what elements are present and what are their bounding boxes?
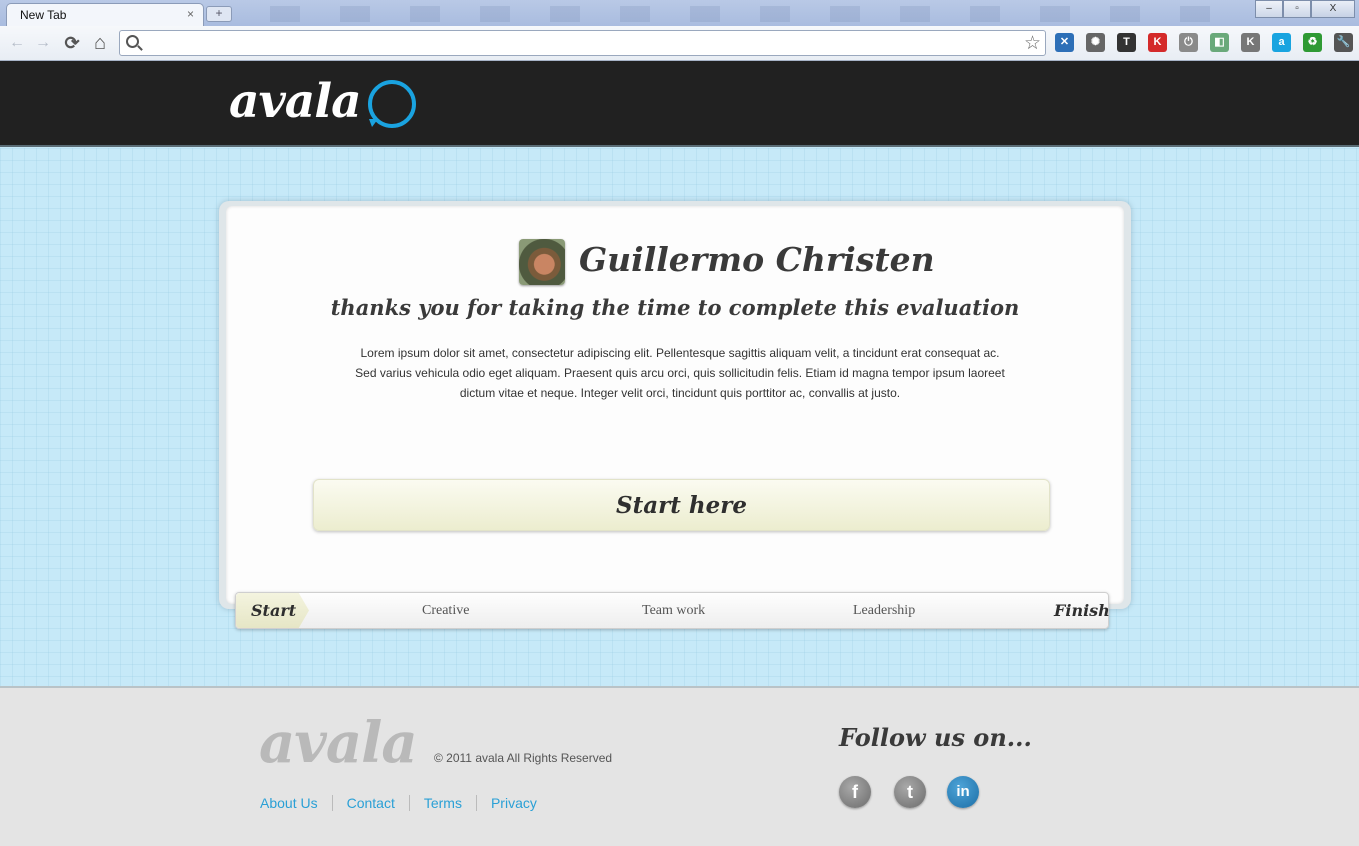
progress-finish: Finish xyxy=(1054,601,1110,620)
t-icon[interactable]: T xyxy=(1117,33,1136,52)
gear-icon[interactable]: ✺ xyxy=(1086,33,1105,52)
twitter-icon[interactable]: t xyxy=(894,776,926,808)
tab-title: New Tab xyxy=(20,8,67,22)
x-icon[interactable]: ✕ xyxy=(1055,33,1074,52)
linkedin-icon[interactable]: in xyxy=(947,776,979,808)
facebook-icon[interactable]: f xyxy=(839,776,871,808)
person-name: Guillermo Christen xyxy=(579,240,935,279)
site-header: avala xyxy=(0,61,1359,147)
avatar xyxy=(519,239,565,285)
bookmark-star-icon[interactable]: ☆ xyxy=(1024,32,1041,55)
back-icon[interactable]: ← xyxy=(6,32,28,54)
logo[interactable]: avala xyxy=(229,74,362,129)
contact-link[interactable]: Contact xyxy=(331,795,409,811)
privacy-link[interactable]: Privacy xyxy=(475,795,551,811)
reload-icon[interactable]: ⟳ xyxy=(61,32,83,54)
site-footer xyxy=(0,686,1359,846)
browser-title-bar: New Tab × + – ▫ X xyxy=(0,0,1359,27)
copyright: © 2011 avala All Rights Reserved xyxy=(434,751,613,765)
k-red-icon[interactable]: K xyxy=(1148,33,1167,52)
step-creative[interactable]: Creative xyxy=(422,603,469,619)
terms-link[interactable]: Terms xyxy=(408,795,476,811)
progress-steps: Start Creative Team work Leadership Fini… xyxy=(235,592,1110,629)
address-bar[interactable]: ☆ xyxy=(119,30,1046,56)
progress-start: Start xyxy=(251,601,297,620)
speech-bubble-icon xyxy=(368,80,416,128)
a-icon[interactable]: a xyxy=(1272,33,1291,52)
about-us-link[interactable]: About Us xyxy=(260,795,332,811)
home-icon[interactable]: ⌂ xyxy=(89,32,111,54)
wrench-icon[interactable]: 🔧 xyxy=(1334,33,1353,52)
footer-links: About Us Contact Terms Privacy xyxy=(260,795,551,811)
step-leadership[interactable]: Leadership xyxy=(853,603,915,619)
browser-toolbar: ← → ⟳ ⌂ ☆ ✕ ✺ T K ⏻ ◧ Ka ♻ 🔧 xyxy=(0,26,1359,61)
intro-paragraph: Lorem ipsum dolor sit amet, consectetur … xyxy=(355,346,1005,400)
step-team-work[interactable]: Team work xyxy=(642,603,705,619)
minimize-button[interactable]: – xyxy=(1255,0,1283,18)
maximize-button[interactable]: ▫ xyxy=(1283,0,1311,18)
thanks-heading: thanks you for taking the time to comple… xyxy=(330,295,1020,320)
forward-icon[interactable]: → xyxy=(32,32,54,54)
search-icon xyxy=(126,35,139,48)
close-window-button[interactable]: X xyxy=(1311,0,1355,18)
squares-icon[interactable]: ◧ xyxy=(1210,33,1229,52)
start-here-button[interactable]: Start here xyxy=(313,479,1050,531)
browser-tab[interactable]: New Tab × xyxy=(6,3,204,27)
recycle-icon[interactable]: ♻ xyxy=(1303,33,1322,52)
background-window-ghost xyxy=(230,6,1250,22)
window-controls: – ▫ X xyxy=(1255,0,1355,18)
power-icon[interactable]: ⏻ xyxy=(1179,33,1198,52)
k-icon[interactable]: K xyxy=(1241,33,1260,52)
tab-close-icon[interactable]: × xyxy=(187,7,194,21)
footer-logo: avala xyxy=(259,710,418,776)
new-tab-button[interactable]: + xyxy=(206,6,232,22)
start-here-label: Start here xyxy=(616,492,747,519)
follow-us-heading: Follow us on... xyxy=(839,723,1032,752)
